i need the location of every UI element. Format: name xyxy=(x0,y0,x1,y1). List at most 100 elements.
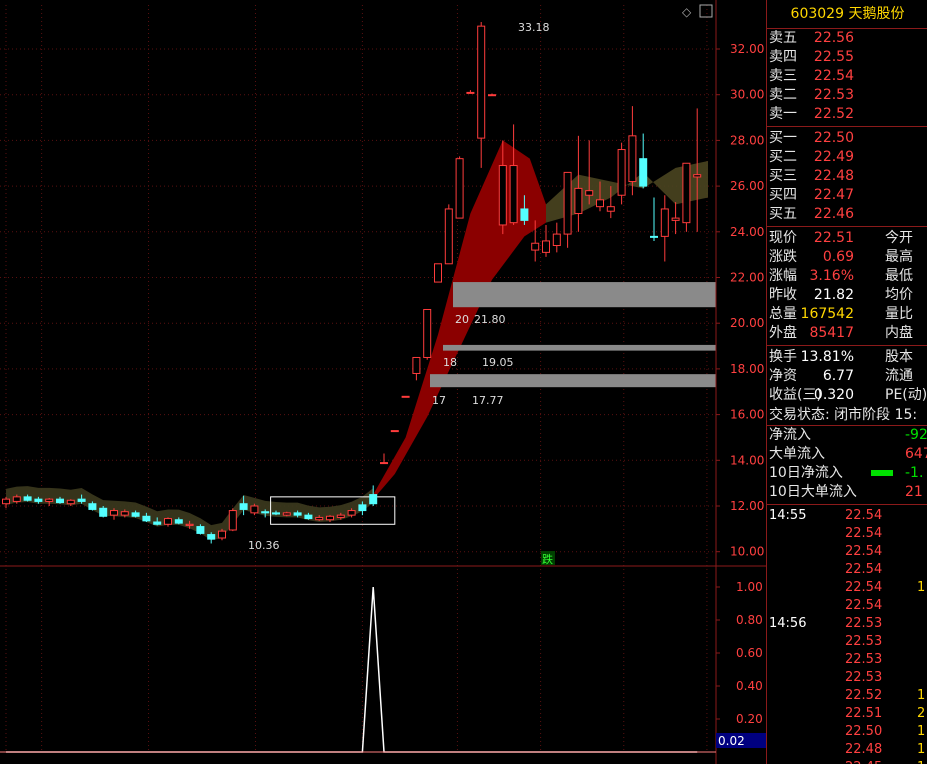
tick-price: 22.48 xyxy=(845,742,883,757)
ask-row[interactable]: 卖五 22.56 xyxy=(767,29,927,48)
kline-chart[interactable]: 32.00 30.00 28.00 26.00 24.00 22.00 20.00 18.00… xyxy=(0,0,766,764)
ask-price: 22.54 xyxy=(813,68,854,84)
ask-price: 22.53 xyxy=(813,87,854,103)
ask-row[interactable]: 卖二 22.53 xyxy=(767,86,927,105)
candle-body xyxy=(542,240,550,253)
candle-body xyxy=(174,519,183,524)
stats-row: 净资 6.77 流通 xyxy=(767,367,927,386)
sub-indicator-line xyxy=(6,586,698,753)
candle-body xyxy=(563,171,572,235)
bid-label: 买一 xyxy=(769,130,797,146)
ask-label: 卖一 xyxy=(769,106,797,122)
tick-price: 22.51 xyxy=(845,706,883,721)
tick-row: 22.45 1 xyxy=(767,759,927,764)
tick-price: 22.54 xyxy=(845,562,883,577)
quote-list: 现价 22.51 今开 涨跌 0.69 最高 涨幅 3.16% 最低 昨收 21.82 均价 总… xyxy=(767,229,927,343)
tick-vol: 1 xyxy=(917,742,926,757)
sub-tick-label: 0.80 xyxy=(736,613,763,627)
bid-row[interactable]: 买三 22.48 xyxy=(767,167,927,186)
candle-body xyxy=(261,511,270,514)
tick-vol: 1 xyxy=(917,724,926,739)
sub-tick-label: 0.40 xyxy=(736,679,763,693)
candle-body xyxy=(196,526,205,534)
bid-label: 买二 xyxy=(769,149,797,165)
tick-row: 22.51 2 xyxy=(767,705,927,723)
stats-label2: 流通 xyxy=(885,368,913,384)
candle-body xyxy=(239,503,248,510)
quote-value: 0.69 xyxy=(822,249,854,265)
quote-row: 涨跌 0.69 最高 xyxy=(767,248,927,267)
tick-row: 22.54 xyxy=(767,597,927,615)
bid-row[interactable]: 买一 22.50 xyxy=(767,129,927,148)
quote-label: 涨幅 xyxy=(769,268,797,284)
tick-price: 22.50 xyxy=(845,724,883,739)
y-tick-label: 16.00 xyxy=(730,408,764,422)
flow-value: 647 xyxy=(905,446,927,462)
tick-vol: 1 xyxy=(917,759,925,764)
tick-price: 22.52 xyxy=(845,688,883,703)
bid-list: 买一 22.50 买二 22.49 买三 22.48 买四 22.47 买五 22.46 xyxy=(767,129,927,224)
ask-label: 卖三 xyxy=(769,68,797,84)
y-tick-label: 28.00 xyxy=(730,133,764,147)
ask-row[interactable]: 卖一 22.52 xyxy=(767,105,927,124)
stats-label: 换手 xyxy=(769,349,797,365)
stats-value: 0.320 xyxy=(813,387,854,403)
y-tick-label: 20.00 xyxy=(730,316,764,330)
candle-body xyxy=(185,523,194,526)
tick-price: 22.54 xyxy=(845,598,883,613)
ask-row[interactable]: 卖四 22.55 xyxy=(767,48,927,67)
flow-row: 净流入 -920 xyxy=(767,426,927,445)
quote-label: 总量 xyxy=(769,306,797,322)
tick-row: 22.52 1 xyxy=(767,687,927,705)
ask-price: 22.55 xyxy=(813,49,854,65)
tick-row: 22.53 xyxy=(767,651,927,669)
candle-body xyxy=(444,208,453,265)
candle-body xyxy=(56,498,64,504)
candle-body xyxy=(671,217,680,221)
tick-row: 22.53 xyxy=(767,669,927,687)
candle-body xyxy=(369,494,378,505)
candle-body xyxy=(34,498,43,502)
candle-body xyxy=(423,308,432,358)
price-annotation: 17.77 xyxy=(472,394,504,407)
y-tick-label: 24.00 xyxy=(730,225,764,239)
sub-value-label: 0.02 xyxy=(718,734,745,748)
quote-label: 外盘 xyxy=(769,325,797,341)
trade-status: 交易状态: 闭市阶段 15: xyxy=(767,405,927,426)
tick-row: 14:56 22.53 xyxy=(767,615,927,633)
bid-row[interactable]: 买五 22.46 xyxy=(767,205,927,224)
support-bar xyxy=(453,282,716,308)
stats-list: 换手 13.81% 股本 净资 6.77 流通 收益(三) 0.320 PE(动) xyxy=(767,348,927,405)
candle-body xyxy=(110,510,118,516)
quote-label2: 量比 xyxy=(885,306,913,322)
tick-list: 14:55 22.54 22.54 22.54 22.54 22.54 1 22.54 14:5… xyxy=(767,507,927,764)
candle-body xyxy=(682,162,691,224)
stats-label: 净资 xyxy=(769,368,797,384)
candle-body xyxy=(617,149,626,196)
candle-body xyxy=(358,504,367,512)
divider xyxy=(767,502,927,505)
candle-body xyxy=(153,521,162,525)
marker-label: 跌 xyxy=(542,552,553,566)
candle-body xyxy=(585,190,594,196)
bid-row[interactable]: 买二 22.49 xyxy=(767,148,927,167)
candle-body xyxy=(336,514,345,518)
bid-price: 22.46 xyxy=(813,206,854,222)
y-tick-label: 30.00 xyxy=(730,88,764,102)
ask-row[interactable]: 卖三 22.54 xyxy=(767,67,927,86)
flow-row: 10日净流入 -1. xyxy=(767,464,927,483)
candle-body xyxy=(509,165,518,224)
bid-row[interactable]: 买四 22.47 xyxy=(767,186,927,205)
quote-row: 昨收 21.82 均价 xyxy=(767,286,927,305)
candle-body xyxy=(639,158,648,187)
tick-price: 22.54 xyxy=(845,526,883,541)
ask-label: 卖五 xyxy=(769,30,797,46)
tick-price: 22.54 xyxy=(845,544,883,559)
quote-row: 涨幅 3.16% 最低 xyxy=(767,267,927,286)
stats-value: 6.77 xyxy=(822,368,854,384)
quote-label2: 今开 xyxy=(885,230,913,246)
candle-body xyxy=(380,462,388,465)
quote-label2: 内盘 xyxy=(885,325,913,341)
bid-price: 22.47 xyxy=(813,187,854,203)
tick-price: 22.53 xyxy=(845,634,883,649)
